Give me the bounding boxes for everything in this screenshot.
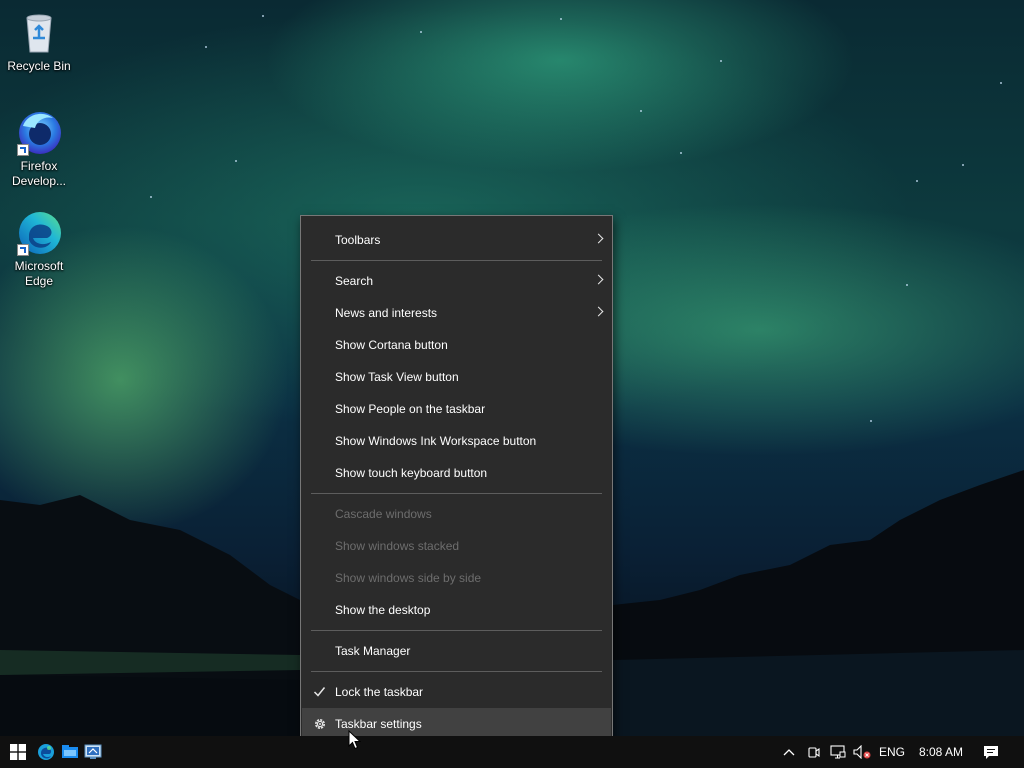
chevron-up-icon: [783, 749, 795, 756]
taskbar-file-explorer-button[interactable]: [58, 736, 82, 768]
gear-icon: [315, 719, 325, 729]
menu-item-news-and-interests[interactable]: News and interests: [301, 297, 612, 329]
menu-item-label: News and interests: [335, 306, 438, 320]
desktop-icon-recycle-bin[interactable]: Recycle Bin: [1, 8, 77, 74]
menu-item-search[interactable]: Search: [301, 265, 612, 297]
menu-item-show-people[interactable]: Show People on the taskbar: [301, 393, 612, 425]
desktop-icon-label: Recycle Bin: [7, 59, 71, 73]
menu-item-label: Taskbar settings: [335, 717, 422, 731]
menu-item-task-manager[interactable]: Task Manager: [301, 635, 612, 667]
menu-separator: [311, 493, 602, 494]
taskbar-edge-button[interactable]: [34, 736, 58, 768]
windows-logo-icon: [10, 744, 26, 760]
menu-item-windows-stacked: Show windows stacked: [301, 530, 612, 562]
edge-icon: [38, 744, 54, 760]
menu-separator: [311, 671, 602, 672]
menu-item-label: Task Manager: [335, 644, 411, 658]
tray-language[interactable]: ENG: [879, 736, 905, 768]
meet-now-icon: [808, 747, 820, 758]
menu-item-lock-taskbar[interactable]: Lock the taskbar: [301, 676, 612, 708]
menu-item-windows-side-by-side: Show windows side by side: [301, 562, 612, 594]
menu-item-label: Show People on the taskbar: [335, 402, 486, 416]
volume-muted-icon: [853, 745, 871, 759]
taskbar[interactable]: ENG 8:08 AM: [0, 736, 1024, 768]
tray-show-hidden-icons[interactable]: [780, 736, 798, 768]
desktop-icon-microsoft-edge[interactable]: Microsoft Edge: [1, 208, 77, 289]
taskbar-context-menu: Toolbars Search News and interests Show …: [300, 215, 613, 748]
tray-clock[interactable]: 8:08 AM: [919, 736, 963, 768]
chevron-right-icon: [593, 233, 604, 244]
recycle-bin-icon: [15, 8, 63, 56]
desktop-icon-firefox-developer[interactable]: Firefox Develop...: [1, 108, 77, 189]
shortcut-arrow-icon: [17, 244, 29, 256]
taskbar-remote-desktop-button[interactable]: [82, 736, 104, 768]
menu-item-label: Show windows side by side: [335, 571, 482, 585]
menu-item-show-task-view[interactable]: Show Task View button: [301, 361, 612, 393]
menu-separator: [311, 260, 602, 261]
menu-item-label: Show touch keyboard button: [335, 466, 488, 480]
shortcut-arrow-icon: [17, 144, 29, 156]
chevron-right-icon: [593, 274, 604, 285]
mouse-cursor-icon: [348, 730, 362, 750]
desktop-icon-label: Firefox Develop...: [11, 159, 67, 188]
menu-item-label: Show Cortana button: [335, 338, 448, 352]
menu-item-cascade-windows: Cascade windows: [301, 498, 612, 530]
tray-meet-now[interactable]: [804, 736, 824, 768]
menu-item-label: Search: [335, 274, 374, 288]
menu-item-show-cortana[interactable]: Show Cortana button: [301, 329, 612, 361]
edge-icon: [15, 208, 63, 256]
firefox-developer-icon: [15, 108, 63, 156]
menu-item-label: Show windows stacked: [335, 539, 460, 553]
tray-network[interactable]: [827, 736, 849, 768]
menu-item-label: Show Windows Ink Workspace button: [335, 434, 537, 448]
menu-item-label: Show Task View button: [335, 370, 459, 384]
menu-item-label: Lock the taskbar: [335, 685, 424, 699]
menu-item-label: Cascade windows: [335, 507, 432, 521]
file-explorer-icon: [62, 745, 78, 758]
start-button[interactable]: [2, 736, 34, 768]
tray-volume[interactable]: [851, 736, 873, 768]
menu-item-show-desktop[interactable]: Show the desktop: [301, 594, 612, 626]
chevron-right-icon: [593, 306, 604, 317]
network-icon: [830, 745, 846, 759]
menu-item-label: Show the desktop: [335, 603, 431, 617]
action-center-button[interactable]: [978, 736, 1004, 768]
menu-separator: [311, 630, 602, 631]
remote-desktop-icon: [84, 744, 102, 759]
menu-item-show-touch-keyboard[interactable]: Show touch keyboard button: [301, 457, 612, 489]
notifications-icon: [984, 745, 998, 759]
desktop-icon-label: Microsoft Edge: [14, 259, 64, 288]
menu-item-show-ink-workspace[interactable]: Show Windows Ink Workspace button: [301, 425, 612, 457]
menu-item-toolbars[interactable]: Toolbars: [301, 224, 612, 256]
checkmark-icon: [313, 687, 326, 697]
menu-item-label: Toolbars: [335, 233, 381, 247]
